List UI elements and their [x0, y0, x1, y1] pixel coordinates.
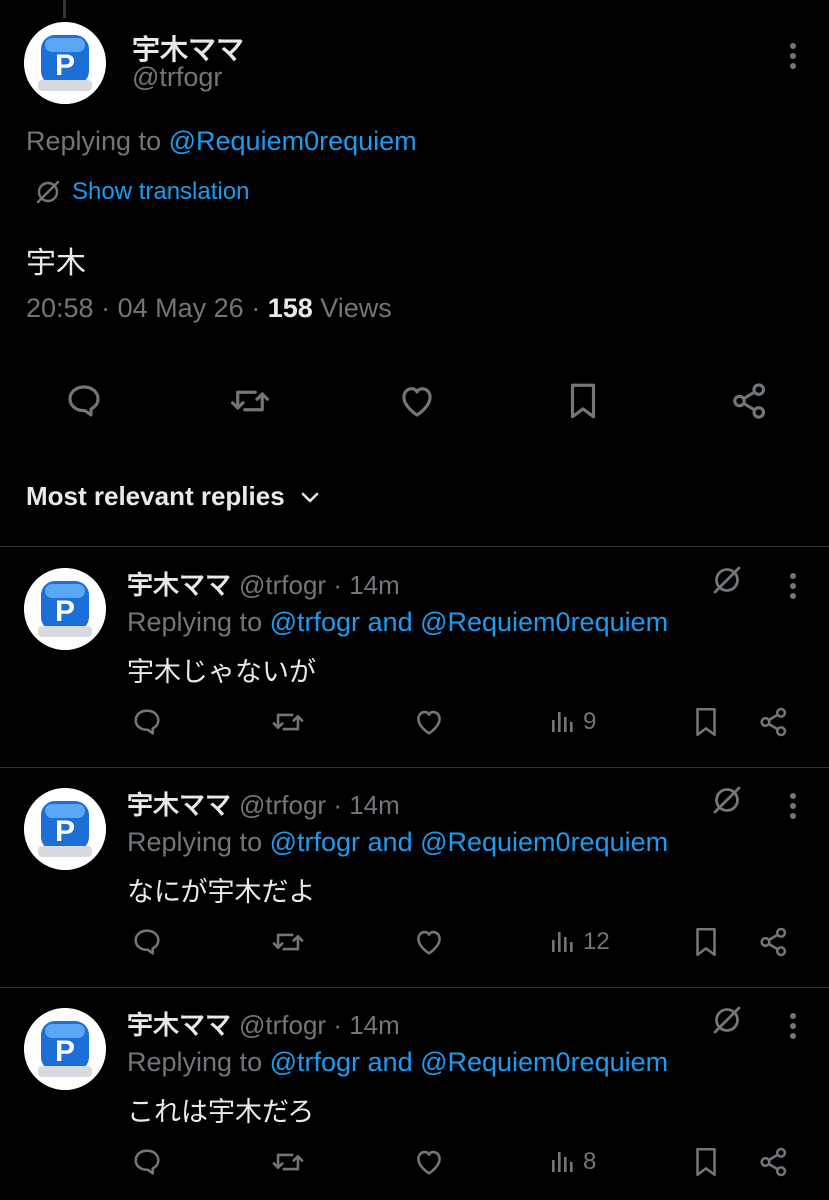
replying-to: Replying to @trfogr and @Requiem0requiem — [127, 607, 668, 638]
tweet-time[interactable]: 20:58 — [26, 293, 94, 323]
reply-tweet[interactable]: P 宇木ママ @trfogr · 14m Replying to @trfogr … — [0, 767, 829, 987]
more-vertical-icon[interactable] — [781, 790, 805, 822]
retweet-icon[interactable] — [229, 380, 271, 422]
avatar[interactable]: P — [24, 22, 106, 104]
display-name[interactable]: 宇木ママ — [127, 571, 231, 601]
show-translation-button[interactable]: Show translation — [34, 178, 249, 206]
reply-icon[interactable] — [130, 925, 164, 959]
views-label: Views — [320, 293, 392, 323]
grok-icon[interactable] — [710, 783, 744, 817]
replying-prefix: Replying to — [127, 1047, 263, 1077]
svg-text:P: P — [55, 1035, 75, 1068]
reply-icon[interactable] — [130, 1145, 164, 1179]
views-button[interactable]: 8 — [549, 1145, 596, 1179]
views-count: 9 — [583, 708, 597, 735]
more-vertical-icon[interactable] — [781, 1010, 805, 1042]
views-button[interactable]: 9 — [549, 705, 596, 739]
heart-icon[interactable] — [412, 925, 446, 959]
avatar-image: P — [24, 22, 106, 104]
replying-to-link[interactable]: @trfogr and @Requiem0requiem — [270, 607, 669, 637]
share-icon[interactable] — [757, 705, 791, 739]
views-chart-icon — [552, 932, 573, 952]
reply-tweet[interactable]: P 宇木ママ @trfogr · 14m Replying to @trfogr … — [0, 547, 829, 767]
heart-icon[interactable] — [396, 380, 438, 422]
translate-icon — [36, 180, 60, 204]
avatar-image: P — [24, 568, 106, 650]
views-chart-icon — [552, 712, 573, 732]
svg-text:P: P — [55, 49, 75, 82]
views-button[interactable]: 12 — [549, 925, 610, 959]
replying-to: Replying to @trfogr and @Requiem0requiem — [127, 1047, 668, 1078]
avatar[interactable]: P — [24, 568, 106, 650]
avatar-image: P — [24, 788, 106, 870]
views-count: 12 — [583, 928, 610, 955]
handle[interactable]: @trfogr — [239, 570, 326, 600]
reply-text: なにが宇木だよ — [127, 877, 316, 908]
bookmark-icon[interactable] — [689, 1145, 723, 1179]
reply-text: これは宇木だろ — [127, 1097, 315, 1128]
display-name[interactable]: 宇木ママ — [127, 1011, 231, 1041]
share-icon[interactable] — [729, 380, 771, 422]
avatar-image: P — [24, 1008, 106, 1090]
reply-tweet[interactable]: P 宇木ママ @trfogr · 14m Replying to @trfogr … — [0, 987, 829, 1200]
reply-icon[interactable] — [130, 705, 164, 739]
grok-icon[interactable] — [710, 563, 744, 597]
reply-text: 宇木じゃないが — [127, 657, 316, 688]
reply-age[interactable]: 14m — [349, 790, 400, 820]
more-vertical-icon[interactable] — [781, 570, 805, 602]
retweet-icon[interactable] — [271, 705, 305, 739]
reply-header: 宇木ママ @trfogr · 14m — [127, 1010, 400, 1041]
replying-to-link[interactable]: @trfogr and @Requiem0requiem — [270, 827, 669, 857]
sort-replies-dropdown[interactable]: Most relevant replies — [26, 481, 321, 512]
views-chart-icon — [552, 1152, 573, 1172]
heart-icon[interactable] — [412, 705, 446, 739]
handle[interactable]: @trfogr — [239, 790, 326, 820]
chevron-down-icon — [301, 492, 318, 502]
reply-header: 宇木ママ @trfogr · 14m — [127, 570, 400, 601]
reply-icon[interactable] — [63, 380, 105, 422]
svg-text:P: P — [55, 815, 75, 848]
replying-to: Replying to @Requiem0requiem — [26, 126, 417, 157]
bookmark-icon[interactable] — [562, 380, 604, 422]
replying-to: Replying to @trfogr and @Requiem0requiem — [127, 827, 668, 858]
views-count: 158 — [267, 293, 313, 323]
tweet-text: 宇木 — [26, 246, 86, 281]
retweet-icon[interactable] — [271, 1145, 305, 1179]
replying-prefix: Replying to — [127, 607, 263, 637]
more-vertical-icon[interactable] — [781, 40, 805, 72]
share-icon[interactable] — [757, 925, 791, 959]
display-name[interactable]: 宇木ママ — [127, 791, 231, 821]
avatar[interactable]: P — [24, 1008, 106, 1090]
tweet-date[interactable]: 04 May 26 — [118, 293, 244, 323]
svg-text:P: P — [55, 595, 75, 628]
share-icon[interactable] — [757, 1145, 791, 1179]
translation-label: Show translation — [72, 178, 250, 205]
bookmark-icon[interactable] — [689, 705, 723, 739]
thread-connector-line — [63, 0, 66, 18]
handle[interactable]: @trfogr — [239, 1010, 326, 1040]
views-count: 8 — [583, 1148, 597, 1175]
sort-label: Most relevant replies — [26, 481, 285, 511]
reply-header: 宇木ママ @trfogr · 14m — [127, 790, 400, 821]
replying-prefix: Replying to — [127, 827, 263, 857]
reply-age[interactable]: 14m — [349, 1010, 400, 1040]
replying-prefix: Replying to — [26, 126, 162, 156]
grok-icon[interactable] — [710, 1003, 744, 1037]
retweet-icon[interactable] — [271, 925, 305, 959]
avatar[interactable]: P — [24, 788, 106, 870]
handle[interactable]: @trfogr — [132, 62, 222, 93]
reply-age[interactable]: 14m — [349, 570, 400, 600]
replying-to-link[interactable]: @Requiem0requiem — [169, 126, 417, 156]
tweet-meta: 20:58 · 04 May 26 · 158 Views — [26, 293, 392, 323]
bookmark-icon[interactable] — [689, 925, 723, 959]
heart-icon[interactable] — [412, 1145, 446, 1179]
replying-to-link[interactable]: @trfogr and @Requiem0requiem — [270, 1047, 669, 1077]
